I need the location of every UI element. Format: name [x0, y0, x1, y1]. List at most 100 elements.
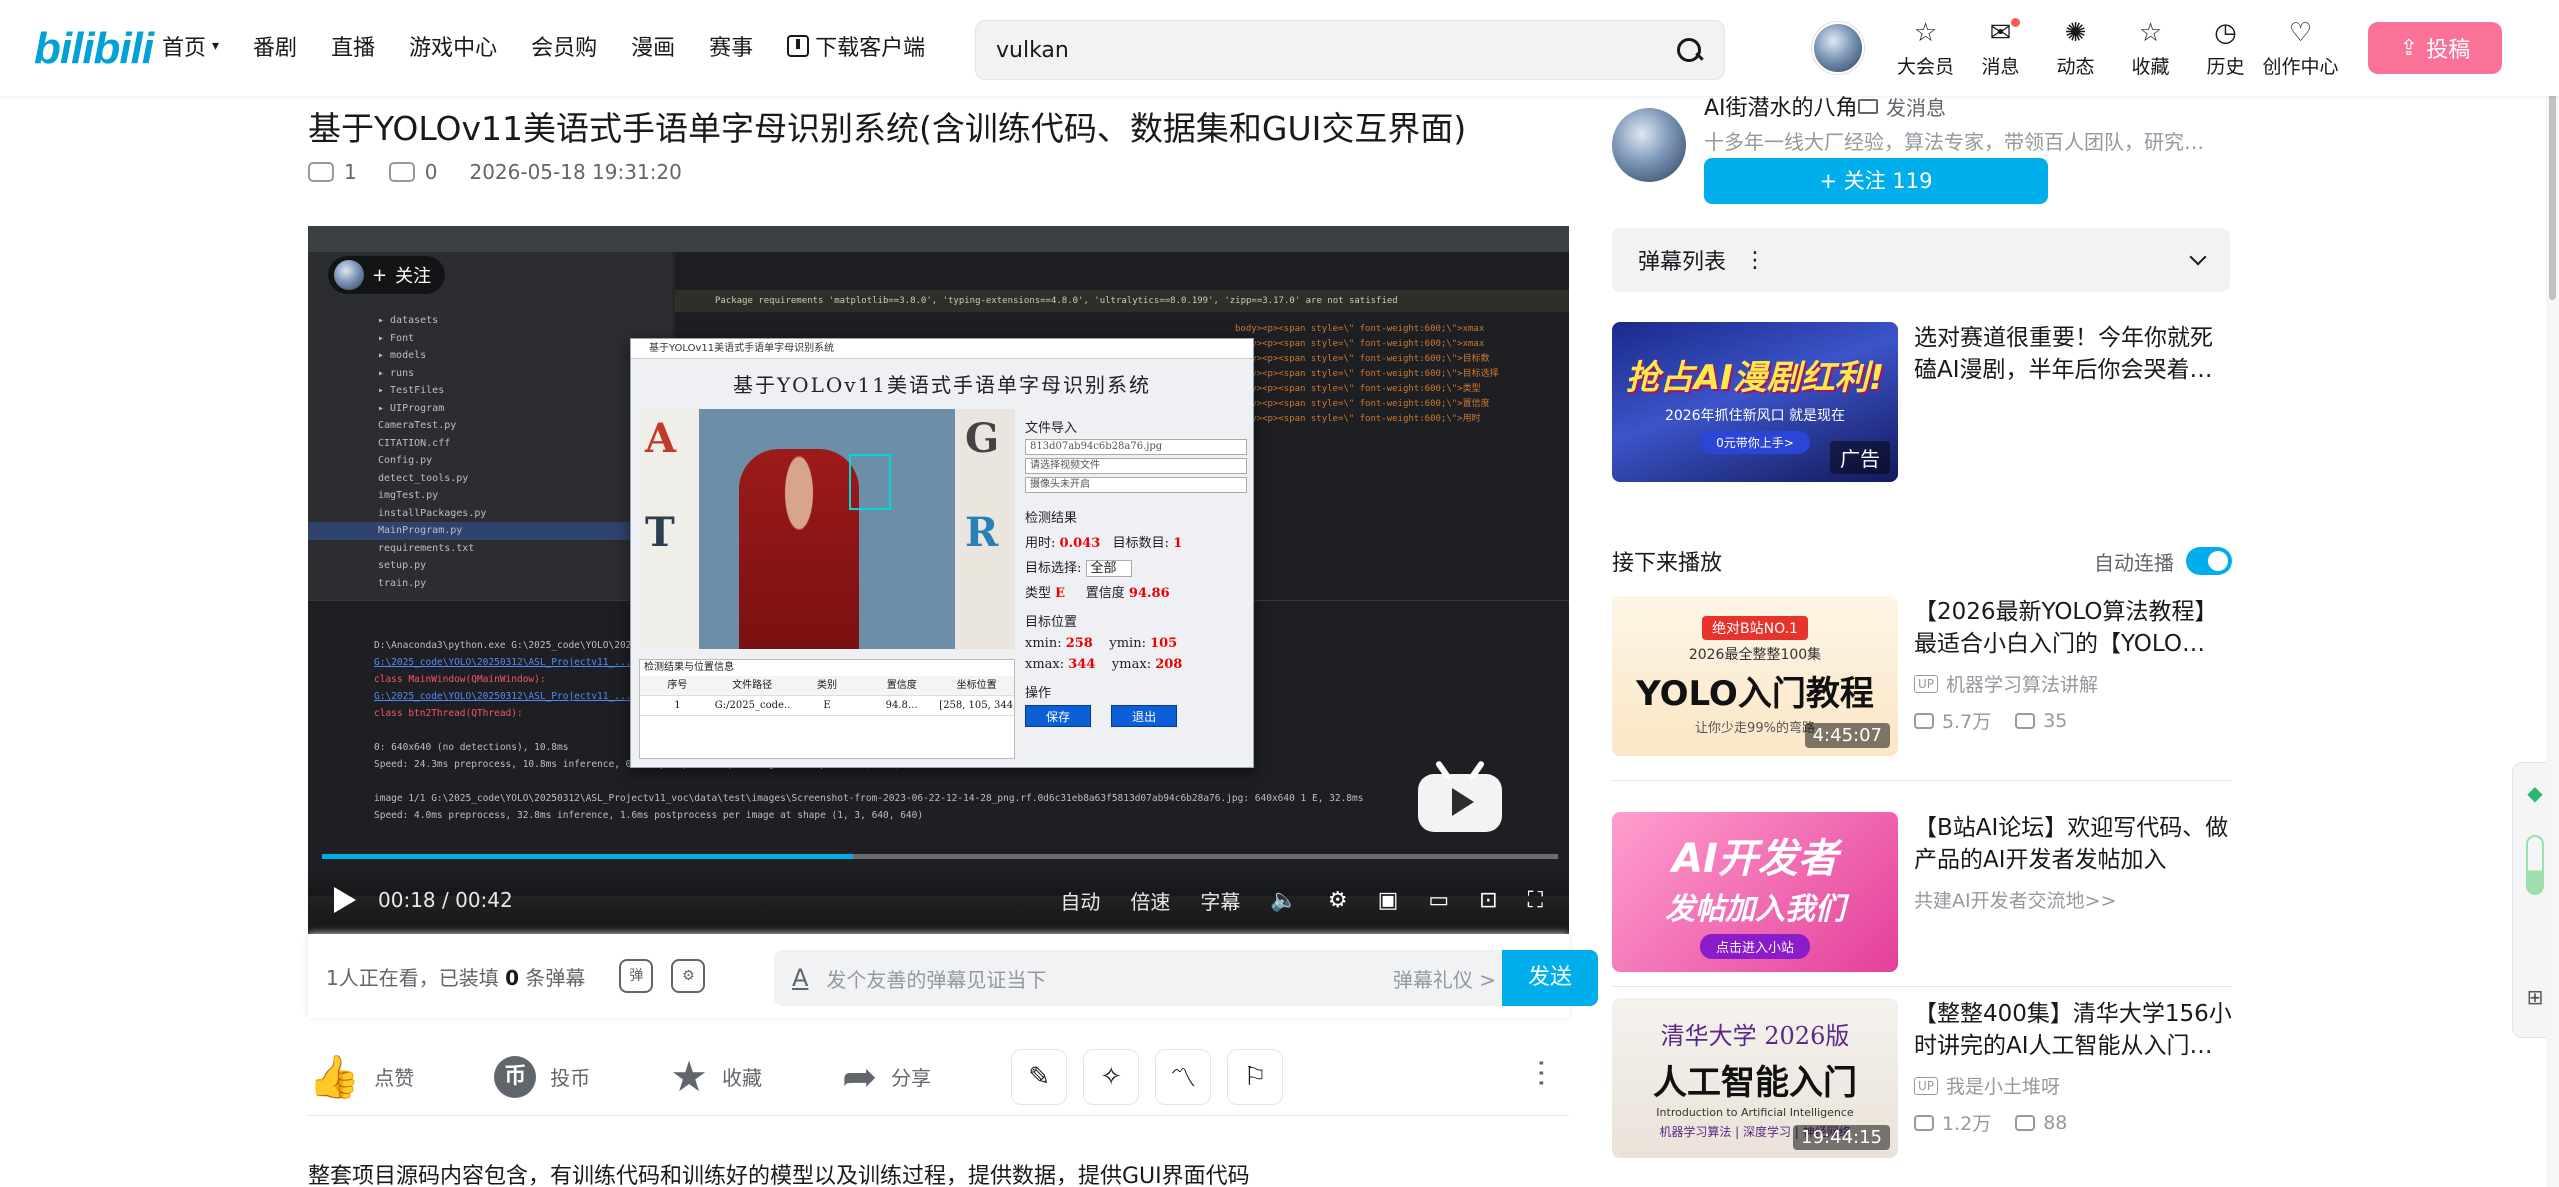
memory-gauge-icon	[2526, 835, 2544, 895]
nav-game-center[interactable]: 游戏中心	[409, 30, 497, 62]
danmaku-list-panel[interactable]: 弹幕列表 ⋮	[1612, 228, 2230, 292]
quality-button[interactable]: 自动	[1060, 886, 1100, 915]
pin-icon[interactable]: ✧	[1083, 1048, 1140, 1105]
ide-tree-item[interactable]: train.py	[308, 575, 673, 593]
bilibili-logo[interactable]: bilibili	[34, 24, 154, 74]
player-follow-badge[interactable]: + 关注	[328, 256, 446, 294]
widescreen-icon[interactable]: ▭	[1428, 888, 1449, 913]
upload-button[interactable]: ⇪ 投稿	[2368, 22, 2502, 74]
autoplay-toggle[interactable]	[2186, 547, 2232, 575]
rec-video-card[interactable]: 清华大学 2026版 人工智能入门 Introduction to Artifi…	[1612, 998, 2232, 1158]
favorite-button[interactable]: ★ 收藏	[670, 1052, 762, 1101]
target-select[interactable]: 全部	[1085, 560, 1132, 577]
nav-download-client[interactable]: 下载客户端	[787, 30, 925, 62]
subtitle-button[interactable]: 字幕	[1200, 886, 1240, 915]
nav-favorites[interactable]: ☆ 收藏	[2113, 18, 2188, 79]
chevron-down-icon[interactable]	[2189, 248, 2207, 266]
web-fullscreen-icon[interactable]: ⊡	[1479, 888, 1497, 913]
bilibili-tv-play-icon[interactable]	[1418, 760, 1502, 832]
volume-icon[interactable]: 🔈	[1270, 888, 1297, 913]
page-scrollbar[interactable]	[2546, 0, 2559, 1187]
ide-tree-item[interactable]: ▸ datasets	[308, 312, 673, 330]
share-button[interactable]: ➦ 分享	[842, 1052, 931, 1101]
chart-icon[interactable]: 〽	[1155, 1048, 1212, 1105]
progress-bar[interactable]	[322, 854, 1558, 859]
up-tag-icon: UP	[1914, 674, 1939, 693]
video-player[interactable]: ▸ datasets ▸ Font ▸ models ▸ runs ▸ TestFile…	[308, 226, 1569, 934]
person-figure	[739, 449, 859, 649]
play-count-icon	[1914, 712, 1934, 729]
ide-tree-item[interactable]: imgTest.py	[308, 487, 673, 505]
more-options-icon[interactable]: ⋮	[1744, 248, 1766, 273]
nav-bangumi[interactable]: 番剧	[253, 30, 297, 62]
camera-field[interactable]: 摄像头未开启	[1025, 477, 1247, 493]
sign-letter-image: R	[965, 509, 999, 556]
ide-tree-item[interactable]: ▸ TestFiles	[308, 382, 673, 400]
ide-tree-item[interactable]: CameraTest.py	[308, 417, 673, 435]
nav-home[interactable]: 首页 ▾	[162, 30, 219, 62]
video-toolbar: 👍 点赞 币投币 ★ 收藏 ➦ 分享 ✎ ✧ 〽 ⚐ ⋯	[308, 1038, 1569, 1116]
ide-tree-item[interactable]: ▸ Font	[308, 330, 673, 348]
unread-dot	[2011, 18, 2020, 27]
play-icon[interactable]	[334, 887, 356, 913]
nav-vip[interactable]: ☆ 大会员	[1888, 18, 1963, 79]
danmaku-toggle-icon[interactable]: 弹	[619, 959, 654, 993]
ide-tree-item[interactable]: requirements.txt	[308, 540, 673, 558]
danmaku-input[interactable]: A 发个友善的弹幕见证当下 弹幕礼仪 >	[774, 950, 1514, 1006]
detection-app-window: 基于YOLOv11美语式手语单字母识别系统 基于YOLOv11美语式手语单字母识…	[630, 338, 1254, 768]
ide-tree-item[interactable]: MainProgram.py	[308, 522, 673, 540]
send-message-link[interactable]: 发消息	[1858, 92, 1946, 121]
uploader-description: 十多年一线大厂经验，算法专家，带领百人团队，研究…	[1704, 130, 2204, 154]
ide-tree-item[interactable]: ▸ runs	[308, 365, 673, 383]
vip-icon: ☆	[1913, 18, 1938, 48]
rec-forum-card[interactable]: AI开发者 发帖加入我们 点击进入小站 【B站AI论坛】欢迎写代码、做产品的AI…	[1612, 812, 2232, 972]
follow-button[interactable]: + 关注 119	[1704, 158, 2048, 204]
uploader-avatar[interactable]	[1612, 108, 1686, 182]
ad-card[interactable]: 抢占AI漫剧红利! 2026年抓住新风口 就是现在 0元带你上手> 广告 选对赛…	[1612, 322, 2232, 482]
danmaku-etiquette-link[interactable]: 弹幕礼仪 >	[1393, 964, 1496, 993]
ide-tree-item[interactable]: ▸ models	[308, 347, 673, 365]
next-play-header: 接下来播放 自动连播	[1612, 545, 2232, 577]
nav-dynamic[interactable]: ✺ 动态	[2038, 18, 2113, 79]
ide-tree-item[interactable]: setup.py	[308, 557, 673, 575]
coin-button[interactable]: 币投币	[494, 1055, 590, 1098]
report-icon[interactable]: ⚐	[1227, 1048, 1284, 1105]
nav-manga[interactable]: 漫画	[631, 30, 675, 62]
ide-tree-item[interactable]: CITATION.cff	[308, 435, 673, 453]
danmaku-style-icon[interactable]: A	[792, 964, 808, 992]
detection-box	[849, 454, 891, 510]
search-icon[interactable]	[1674, 35, 1704, 65]
app-exit-button[interactable]: 退出	[1111, 705, 1178, 727]
rec-uploader[interactable]: 我是小土堆呀	[1946, 1072, 2060, 1099]
danmaku-count-icon	[2015, 1114, 2036, 1131]
video-path-field[interactable]: 请选择视频文件	[1025, 458, 1247, 474]
nav-esports[interactable]: 赛事	[709, 30, 753, 62]
ide-tree-item[interactable]: Config.py	[308, 452, 673, 470]
rec-uploader[interactable]: 机器学习算法讲解	[1946, 670, 2098, 697]
fullscreen-icon[interactable]: ⛶	[1528, 888, 1543, 913]
like-button[interactable]: 👍 点赞	[308, 1052, 414, 1102]
danmaku-settings-icon[interactable]: ⚙	[671, 959, 706, 993]
table-row[interactable]: 1 G:/2025_code… E 94.8… [258, 105, 344, …	[640, 696, 1014, 716]
rec-video-card[interactable]: 绝对B站NO.1 2026最全整整100集 YOLO入门教程 让你少走99%的弯…	[1612, 596, 2232, 756]
settings-icon[interactable]: ⚙	[1328, 888, 1348, 913]
speed-button[interactable]: 倍速	[1130, 886, 1170, 915]
rec-uploader[interactable]: 共建AI开发者交流地>>	[1914, 886, 2116, 913]
danmaku-send-button[interactable]: 发送	[1502, 950, 1598, 1006]
nav-live[interactable]: 直播	[331, 30, 375, 62]
edit-note-icon[interactable]: ✎	[1011, 1048, 1068, 1105]
nav-creator-center[interactable]: ♡ 创作中心	[2263, 18, 2339, 79]
more-icon[interactable]: ⋯	[1524, 1058, 1559, 1088]
app-save-button[interactable]: 保存	[1025, 705, 1091, 727]
nav-history[interactable]: ◷ 历史	[2188, 18, 2263, 79]
nav-messages[interactable]: ✉ 消息	[1963, 18, 2038, 79]
ide-tree-item[interactable]: detect_tools.py	[308, 470, 673, 488]
nav-mall[interactable]: 会员购	[531, 30, 597, 62]
user-avatar[interactable]	[1812, 22, 1864, 74]
ide-tree-item[interactable]: installPackages.py	[308, 505, 673, 523]
file-path-field[interactable]: 813d07ab94c6b28a76.jpg	[1025, 439, 1247, 455]
ide-tree-item[interactable]: ▸ UIProgram	[308, 400, 673, 418]
search-input[interactable]	[996, 37, 1674, 63]
pip-icon[interactable]: ▣	[1378, 888, 1399, 913]
